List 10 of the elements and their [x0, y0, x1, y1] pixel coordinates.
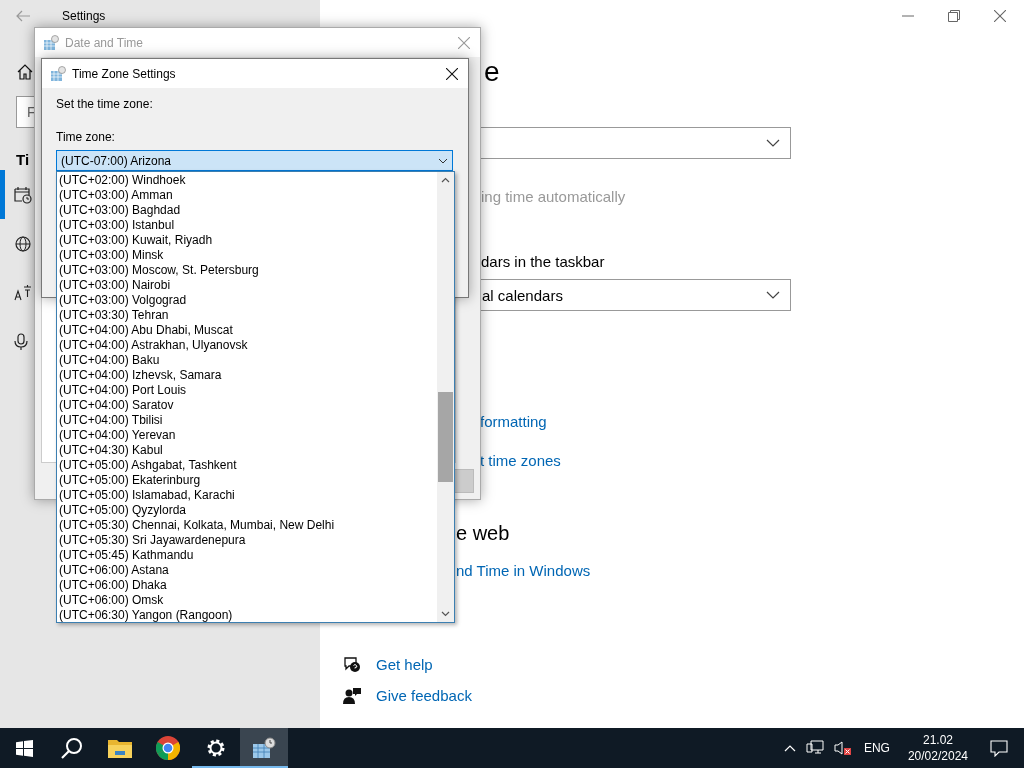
- section-heading: e web: [456, 521, 510, 546]
- dialog-title: Date and Time: [65, 35, 145, 50]
- setting-label: ing time automatically: [481, 187, 626, 207]
- setting-label: dars in the taskbar: [481, 252, 605, 272]
- page-heading: e: [484, 55, 500, 89]
- dialog-title: Time Zone Settings: [72, 66, 177, 81]
- prompt-text: Set the time zone:: [56, 97, 154, 112]
- field-label: Time zone:: [56, 130, 116, 145]
- window-title: Settings: [62, 9, 106, 23]
- section-heading: Ti: [16, 150, 30, 170]
